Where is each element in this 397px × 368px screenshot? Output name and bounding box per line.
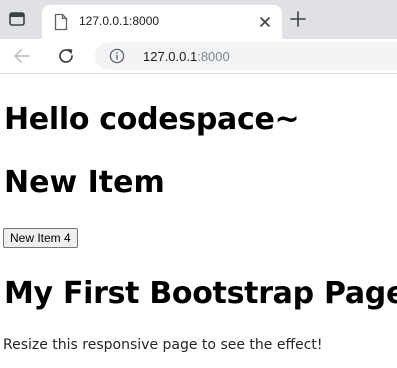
tab-title: 127.0.0.1:8000: [79, 14, 160, 28]
tab-strip: 127.0.0.1:8000: [0, 0, 397, 39]
url-text[interactable]: 127.0.0.1:8000: [143, 49, 230, 64]
page-content: Hello codespace~ New Item New Item 4 My …: [0, 74, 397, 368]
heading-new-item: New Item: [4, 165, 165, 200]
browser-toolbar: 127.0.0.1:8000: [0, 39, 397, 74]
back-arrow-icon[interactable]: [12, 46, 32, 66]
page-icon: [54, 13, 68, 31]
plus-icon[interactable]: [289, 10, 307, 28]
tab-menu-icon[interactable]: [8, 10, 26, 28]
heading-hello: Hello codespace~: [4, 102, 300, 137]
new-item-button[interactable]: New Item 4: [3, 228, 78, 248]
url-host: 127.0.0.1: [143, 49, 198, 64]
browser-tab[interactable]: 127.0.0.1:8000: [42, 5, 282, 39]
url-port: :8000: [197, 49, 230, 64]
reload-icon[interactable]: [56, 46, 76, 66]
info-icon[interactable]: [109, 48, 125, 64]
close-icon[interactable]: [256, 13, 274, 31]
intro-paragraph: Resize this responsive page to see the e…: [3, 337, 323, 353]
address-bar[interactable]: 127.0.0.1:8000: [95, 42, 397, 70]
heading-bootstrap: My First Bootstrap Page: [4, 276, 397, 311]
